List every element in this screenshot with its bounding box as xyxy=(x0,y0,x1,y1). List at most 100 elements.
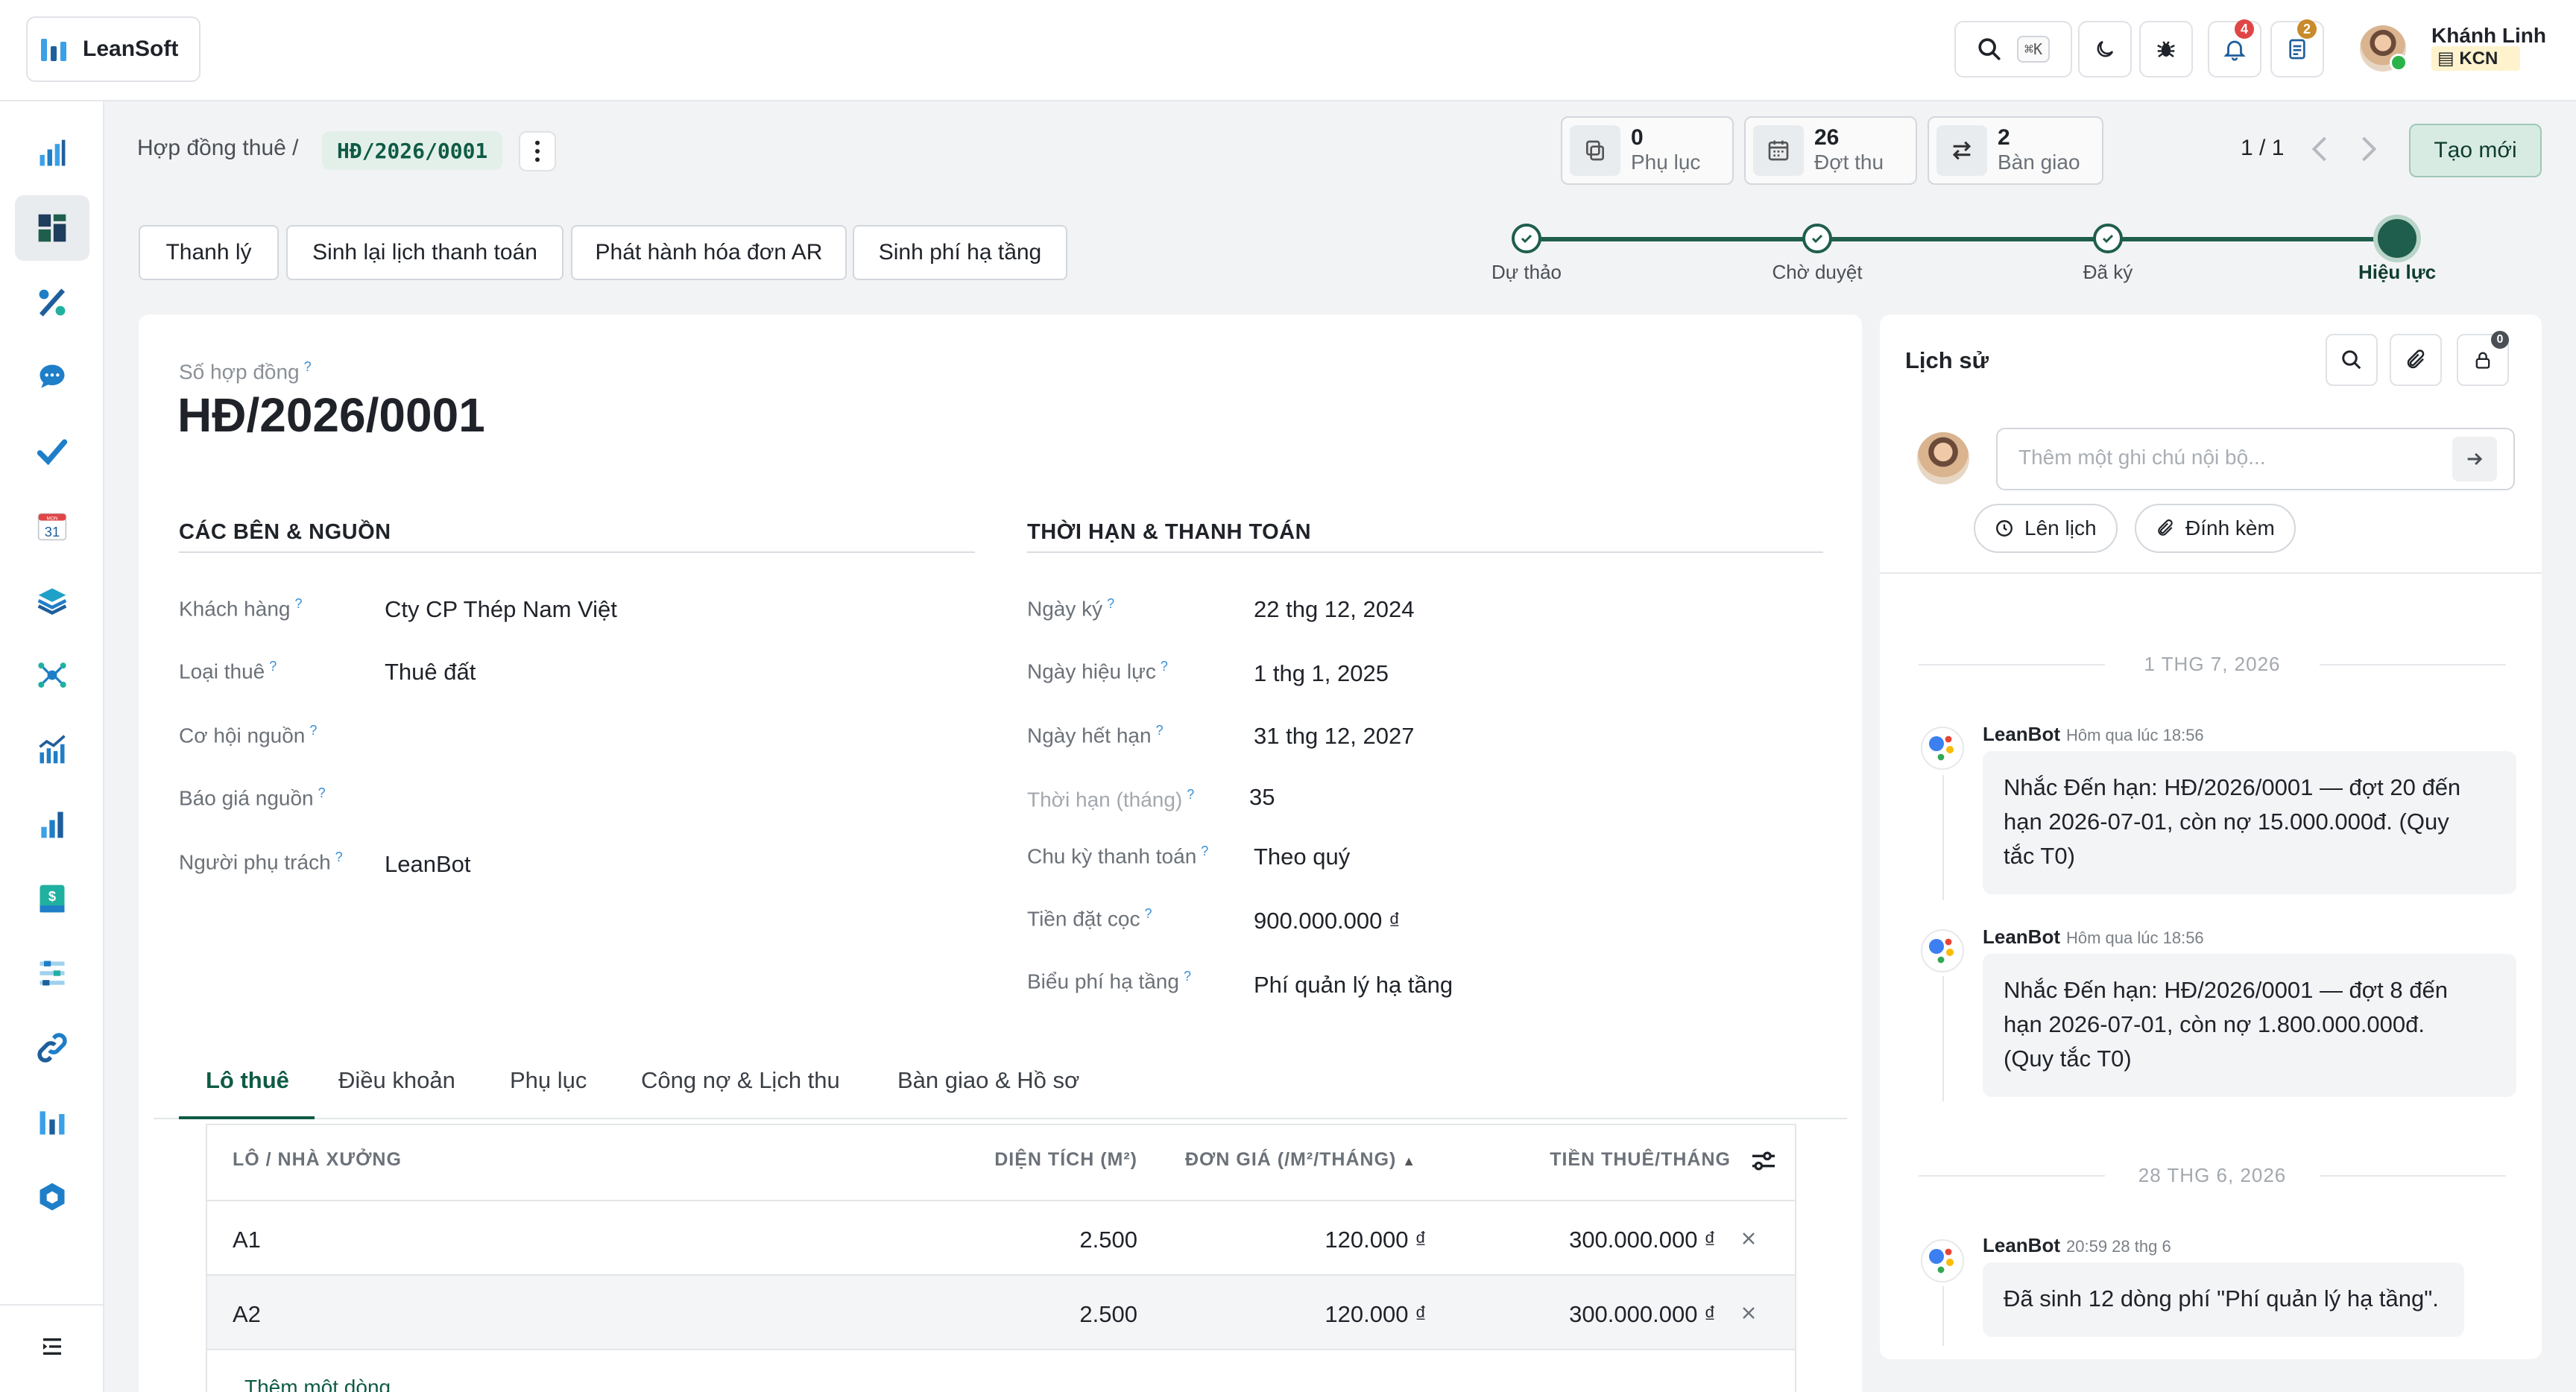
sidebar-item-discuss[interactable] xyxy=(15,344,89,410)
sign-date-field[interactable]: 22 thg 12, 2024 xyxy=(1254,596,1414,623)
chatter-attachments-button[interactable] xyxy=(2390,334,2442,386)
attach-file-button[interactable]: Đính kèm xyxy=(2135,504,2296,553)
payment-cycle-field[interactable]: Theo quý xyxy=(1254,844,1350,870)
message-line: (Quy tắc T0) xyxy=(2004,1045,2132,1072)
chatter-followers-button[interactable]: 0 xyxy=(2457,331,2509,386)
check-icon xyxy=(2102,234,2114,244)
message-time: Hôm qua lúc 18:56 xyxy=(2066,928,2204,947)
source-opportunity-field[interactable] xyxy=(385,723,906,753)
liquidate-button[interactable]: Thanh lý xyxy=(139,225,279,280)
debug-button[interactable] xyxy=(2139,21,2193,77)
regenerate-schedule-button[interactable]: Sinh lại lịch thanh toán xyxy=(286,225,564,280)
expiry-date-field[interactable]: 31 thg 12, 2027 xyxy=(1254,723,1414,750)
sidebar-item-reports[interactable] xyxy=(15,121,89,186)
source-quotation-field[interactable] xyxy=(385,785,906,815)
pager-next-button[interactable] xyxy=(2355,134,2382,164)
customer-field[interactable]: Cty CP Thép Nam Việt xyxy=(385,596,617,623)
status-label: Chờ duyệt xyxy=(1772,261,1863,283)
smart-button-appendix[interactable]: 0 Phụ lục xyxy=(1561,116,1734,185)
sidebar-item-analytics[interactable] xyxy=(15,717,89,782)
attach-label: Đính kèm xyxy=(2185,516,2275,540)
message-author[interactable]: LeanBot xyxy=(1983,723,2060,745)
tab-lots[interactable]: Lô thuê xyxy=(206,1067,289,1094)
tasks-button[interactable]: 2 xyxy=(2270,19,2324,77)
calendar-grid-icon xyxy=(1753,125,1804,176)
column-header-area[interactable]: DIỆN TÍCH (M²) xyxy=(894,1149,1137,1171)
app-switcher[interactable]: LeanSoft xyxy=(26,16,201,82)
status-step-active[interactable] xyxy=(2378,219,2416,258)
layers-icon xyxy=(37,588,67,616)
sidebar-item-accounting[interactable]: $ xyxy=(15,866,89,931)
notifications-button[interactable]: 4 xyxy=(2208,19,2261,77)
user-name[interactable]: Khánh Linh xyxy=(2431,24,2546,48)
status-step-signed[interactable] xyxy=(2093,224,2123,253)
chatter-search-button[interactable] xyxy=(2326,334,2378,386)
sidebar-item-calendar[interactable]: MON 31 xyxy=(15,493,89,559)
tasks-badge: 2 xyxy=(2297,19,2317,39)
tab-terms[interactable]: Điều khoản xyxy=(338,1067,455,1094)
smart-button-installments[interactable]: 26 Đợt thu xyxy=(1744,116,1917,185)
link-icon xyxy=(37,1033,67,1063)
smart-button-handover[interactable]: 2 Bàn giao xyxy=(1928,116,2103,185)
sidebar-item-discounts[interactable] xyxy=(15,270,89,335)
delete-row-button[interactable] xyxy=(1738,1228,1759,1249)
create-new-button[interactable]: Tạo mới xyxy=(2409,124,2542,177)
field-label: Ngày hiệu lực? xyxy=(1027,659,1168,683)
brand-name: LeanSoft xyxy=(83,37,179,61)
sidebar-item-settings[interactable] xyxy=(15,940,89,1006)
schedule-activity-button[interactable]: Lên lịch xyxy=(1974,504,2118,553)
contract-number[interactable]: HĐ/2026/0001 xyxy=(177,387,485,443)
deposit-field[interactable]: 900.000.000 ₫ xyxy=(1254,908,1401,934)
tab-receivables[interactable]: Công nợ & Lịch thu xyxy=(641,1067,840,1094)
column-header-price[interactable]: ĐƠN GIÁ (/M²/THÁNG) ▲ xyxy=(1185,1149,1416,1171)
search-button[interactable]: ⌘K xyxy=(1954,21,2072,77)
sidebar-item-inventory[interactable] xyxy=(15,568,89,633)
message-line: hạn 2026-07-01, còn nợ 1.800.000.000đ. xyxy=(2004,1011,2425,1037)
table-row[interactable]: A1 2.500 120.000 ₫ 300.000.000 ₫ xyxy=(207,1200,1795,1274)
delete-row-button[interactable] xyxy=(1738,1303,1759,1323)
infra-fee-schedule-field[interactable]: Phí quản lý hạ tầng xyxy=(1254,972,1453,999)
sidebar-item-leansoft[interactable] xyxy=(15,1089,89,1155)
sidebar-item-statistics[interactable] xyxy=(15,791,89,857)
column-header-rent[interactable]: TIỀN THUÊ/THÁNG xyxy=(1416,1149,1731,1171)
column-settings-button[interactable] xyxy=(1749,1146,1778,1176)
section-title-terms: THỜI HẠN & THANH TOÁN xyxy=(1027,520,1312,544)
field-label: Khách hàng? xyxy=(179,596,303,621)
record-actions-button[interactable] xyxy=(519,131,556,171)
sidebar-item-apps[interactable] xyxy=(15,1164,89,1230)
sidebar-item-network[interactable] xyxy=(15,642,89,708)
note-input[interactable]: Thêm một ghi chú nội bộ... xyxy=(1996,428,2515,490)
status-step-draft[interactable] xyxy=(1512,224,1541,253)
responsible-field[interactable]: LeanBot xyxy=(385,851,471,878)
tab-handover[interactable]: Bàn giao & Hồ sơ xyxy=(897,1067,1079,1094)
tab-appendix[interactable]: Phụ lục xyxy=(510,1067,587,1094)
column-header-lot[interactable]: LÔ / NHÀ XƯỞNG xyxy=(233,1149,402,1171)
message-author[interactable]: LeanBot xyxy=(1983,926,2060,948)
close-icon xyxy=(1743,1233,1755,1244)
table-row[interactable]: A2 2.500 120.000 ₫ 300.000.000 ₫ xyxy=(207,1274,1795,1349)
status-step-pending[interactable] xyxy=(1802,224,1832,253)
chatter-divider xyxy=(1880,572,2542,574)
pager-value[interactable]: 1 / 1 xyxy=(2241,136,2284,161)
message-author[interactable]: LeanBot xyxy=(1983,1234,2060,1256)
company-icon: ▤ xyxy=(2437,48,2460,69)
generate-infra-fee-button[interactable]: Sinh phí hạ tầng xyxy=(853,225,1067,280)
collapse-sidebar-button[interactable] xyxy=(15,1320,89,1373)
sidebar-item-dashboard[interactable] xyxy=(15,195,89,261)
sidebar-item-tasks[interactable] xyxy=(15,419,89,484)
collapse-menu-icon xyxy=(43,1338,61,1355)
dark-mode-toggle[interactable] xyxy=(2078,21,2132,77)
issue-ar-invoice-button[interactable]: Phát hành hóa đơn AR xyxy=(571,225,847,280)
effective-date-field[interactable]: 1 thg 1, 2025 xyxy=(1254,660,1389,687)
add-line-link[interactable]: Thêm một dòng xyxy=(244,1376,391,1392)
date-separator: 1 THG 7, 2026 xyxy=(1919,653,2506,675)
lease-type-field[interactable]: Thuê đất xyxy=(385,659,476,686)
pager-previous-button[interactable] xyxy=(2306,134,2333,164)
breadcrumb-parent[interactable]: Hợp đồng thuê / xyxy=(137,136,299,161)
sidebar-item-integrations[interactable] xyxy=(15,1015,89,1081)
cell-rent: 300.000.000 ₫ xyxy=(1569,1301,1716,1327)
copy-icon xyxy=(1570,125,1620,176)
arrow-right-icon xyxy=(2467,452,2483,466)
send-note-button[interactable] xyxy=(2452,437,2497,481)
user-company[interactable]: ▤ KCN xyxy=(2431,46,2521,71)
